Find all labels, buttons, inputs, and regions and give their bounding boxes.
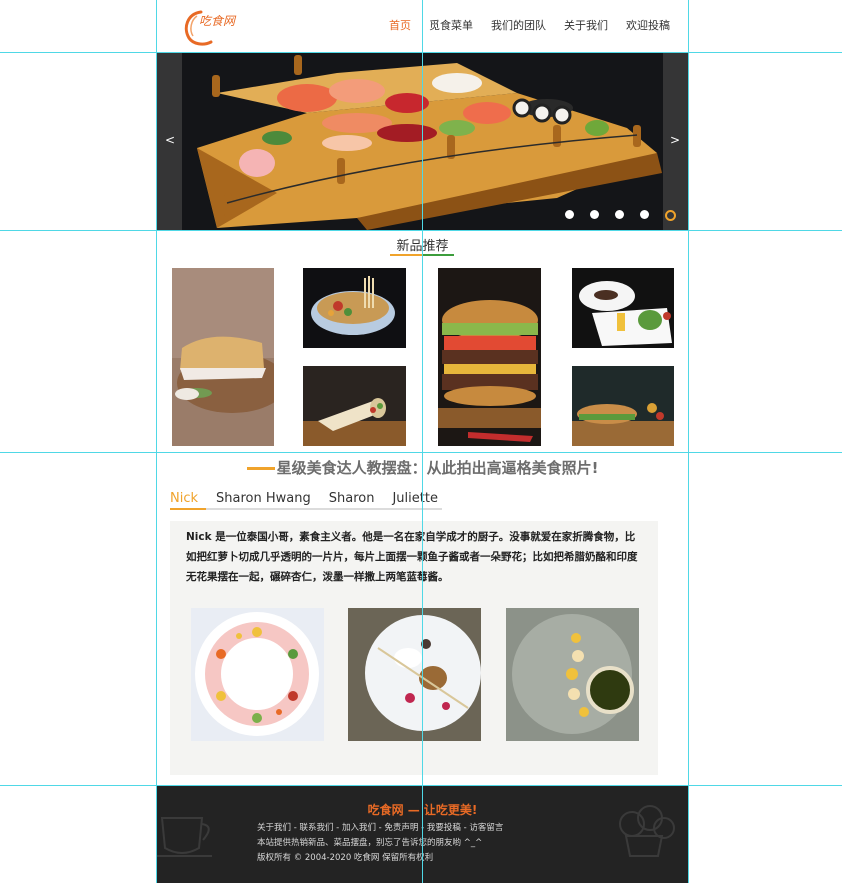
plate-image-flower-ring[interactable] bbox=[191, 608, 324, 741]
plate-image-spiral[interactable] bbox=[506, 608, 639, 741]
guide-line-vertical bbox=[422, 0, 423, 883]
product-image-sandwich-board[interactable] bbox=[172, 268, 274, 446]
guide-line-horizontal bbox=[0, 230, 842, 231]
tabs-underline bbox=[170, 508, 442, 510]
banner-dot[interactable] bbox=[615, 210, 624, 219]
tab-sharon[interactable]: Sharon bbox=[329, 491, 375, 506]
team-title-text: 星级美食达人教摆盘：从此拍出高逼格美食照片! bbox=[276, 459, 599, 477]
tabs-active-underline bbox=[170, 508, 206, 510]
product-image-burger[interactable] bbox=[438, 268, 541, 446]
footer-copyright: 版权所有 © 2004-2020 吃食网 保留所有权利 bbox=[257, 853, 434, 863]
tab-juliette[interactable]: Juliette bbox=[392, 491, 438, 506]
footer-notice: 本站提供热销新品、菜品摆盘，别忘了告诉您的朋友哟 ^_^ bbox=[257, 838, 483, 848]
main-nav: 首页 觅食菜单 我们的团队 关于我们 欢迎投稿 bbox=[389, 17, 670, 33]
logo-text[interactable]: 吃食网 bbox=[199, 12, 235, 29]
banner-dot[interactable] bbox=[565, 210, 574, 219]
footer-text: 关于我们 - 联系我们 - 加入我们 - 免责声明 - 我要投稿 - 访客留言 … bbox=[257, 821, 503, 866]
nav-item-home[interactable]: 首页 bbox=[389, 17, 411, 33]
guide-line-horizontal bbox=[0, 52, 842, 53]
title-dash bbox=[246, 467, 275, 470]
banner-dot[interactable] bbox=[640, 210, 649, 219]
banner-dot-active[interactable] bbox=[665, 210, 676, 221]
chef-tabs: Nick Sharon Hwang Sharon Juliette bbox=[170, 491, 438, 506]
chef-panel: Nick 是一位泰国小哥，素食主义者。他是一名在家自学成才的厨子。没事就爱在家折… bbox=[170, 521, 658, 775]
product-image-sandwich-table[interactable] bbox=[572, 366, 674, 446]
banner-dot[interactable] bbox=[590, 210, 599, 219]
guide-line-horizontal bbox=[0, 452, 842, 453]
title-underline-left bbox=[390, 254, 422, 256]
tab-nick[interactable]: Nick bbox=[170, 491, 198, 506]
banner-dots bbox=[565, 210, 676, 221]
plate-image-cream-dessert[interactable] bbox=[348, 608, 481, 741]
product-image-noodles[interactable] bbox=[303, 268, 406, 348]
footer-links[interactable]: 关于我们 - 联系我们 - 加入我们 - 免责声明 - 我要投稿 - 访客留言 bbox=[257, 821, 503, 836]
product-image-dessert-plate[interactable] bbox=[572, 268, 674, 348]
nav-item-about[interactable]: 关于我们 bbox=[564, 17, 608, 33]
nav-item-submit[interactable]: 欢迎投稿 bbox=[626, 17, 670, 33]
guide-line-vertical bbox=[688, 0, 689, 883]
title-underline-right bbox=[422, 254, 454, 256]
banner-prev-arrow[interactable]: < bbox=[165, 133, 175, 147]
product-image-wrap[interactable] bbox=[303, 366, 406, 446]
tab-sharon-hwang[interactable]: Sharon Hwang bbox=[216, 491, 311, 506]
nav-item-menu[interactable]: 觅食菜单 bbox=[429, 17, 473, 33]
guide-line-horizontal bbox=[0, 785, 842, 786]
nav-item-team[interactable]: 我们的团队 bbox=[491, 17, 546, 33]
banner-next-arrow[interactable]: > bbox=[670, 133, 680, 147]
guide-line-vertical bbox=[156, 0, 157, 883]
chef-description: Nick 是一位泰国小哥，素食主义者。他是一名在家自学成才的厨子。没事就爱在家折… bbox=[186, 531, 638, 583]
